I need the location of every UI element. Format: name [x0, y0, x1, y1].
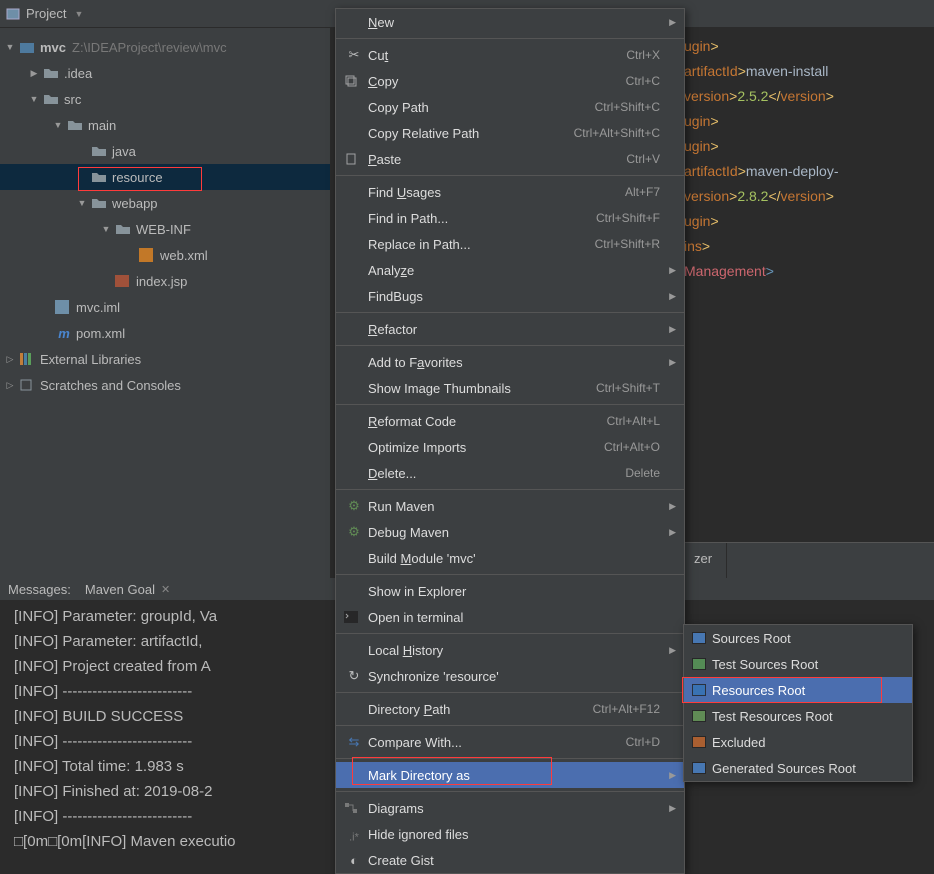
- ctx-open-terminal[interactable]: Open in terminal: [336, 604, 684, 630]
- gear-icon: ⚙: [344, 524, 364, 540]
- context-menu[interactable]: New▶ ✂CutCtrl+X CopyCtrl+C Copy PathCtrl…: [335, 8, 685, 874]
- folder-icon: [91, 197, 109, 209]
- sub-excluded[interactable]: Excluded: [684, 729, 912, 755]
- ctx-mark-directory-as[interactable]: Mark Directory as▶: [336, 762, 684, 788]
- ctx-debug-maven[interactable]: ⚙Debug Maven▶: [336, 519, 684, 545]
- tree-main[interactable]: ▼ main: [0, 112, 330, 138]
- diagram-icon: [344, 802, 364, 814]
- resources-swatch: [692, 684, 706, 696]
- dropdown-icon[interactable]: ▼: [74, 9, 83, 19]
- project-tree[interactable]: ▼ mvc Z:\IDEAProject\review\mvc ▶ .idea …: [0, 28, 330, 578]
- jsp-file-icon: [115, 275, 133, 287]
- ctx-reformat-code[interactable]: Reformat CodeCtrl+Alt+L: [336, 408, 684, 434]
- folder-icon: [43, 93, 61, 105]
- editor-area[interactable]: ugin>artifactId>maven-installversion>2.5…: [680, 28, 934, 500]
- context-submenu-mark-directory[interactable]: Sources Root Test Sources Root Resources…: [683, 624, 913, 782]
- github-icon: ◐: [344, 853, 364, 868]
- ctx-directory-path[interactable]: Directory PathCtrl+Alt+F12: [336, 696, 684, 722]
- ctx-copy-relative-path[interactable]: Copy Relative PathCtrl+Alt+Shift+C: [336, 120, 684, 146]
- ctx-hide-ignored[interactable]: .i*Hide ignored files: [336, 821, 684, 847]
- ctx-find-usages[interactable]: Find UsagesAlt+F7: [336, 179, 684, 205]
- compare-icon: ⇆: [344, 734, 364, 750]
- scratch-icon: [19, 378, 37, 392]
- folder-icon: [91, 171, 109, 183]
- tree-root[interactable]: ▼ mvc Z:\IDEAProject\review\mvc: [0, 34, 330, 60]
- ctx-find-in-path[interactable]: Find in Path...Ctrl+Shift+F: [336, 205, 684, 231]
- ctx-compare-with[interactable]: ⇆Compare With...Ctrl+D: [336, 729, 684, 755]
- tree-webinf[interactable]: ▼ WEB-INF: [0, 216, 330, 242]
- folder-icon: [115, 223, 133, 235]
- ctx-run-maven[interactable]: ⚙Run Maven▶: [336, 493, 684, 519]
- ctx-analyze[interactable]: Analyze▶: [336, 257, 684, 283]
- tree-external-libraries[interactable]: ▷ External Libraries: [0, 346, 330, 372]
- xml-file-icon: [139, 248, 157, 262]
- folder-icon: [91, 145, 109, 157]
- cut-icon: ✂: [344, 47, 364, 63]
- editor-bottom-tabs[interactable]: zer: [680, 542, 934, 578]
- ctx-optimize-imports[interactable]: Optimize ImportsCtrl+Alt+O: [336, 434, 684, 460]
- ignored-icon: .i*: [344, 825, 364, 844]
- tree-webapp[interactable]: ▼ webapp: [0, 190, 330, 216]
- tree-indexjsp[interactable]: index.jsp: [0, 268, 330, 294]
- ctx-show-thumbnails[interactable]: Show Image ThumbnailsCtrl+Shift+T: [336, 375, 684, 401]
- tab-zer[interactable]: zer: [680, 543, 727, 578]
- library-icon: [19, 352, 37, 366]
- ctx-add-favorites[interactable]: Add to Favorites▶: [336, 349, 684, 375]
- sub-test-resources-root[interactable]: Test Resources Root: [684, 703, 912, 729]
- excluded-swatch: [692, 736, 706, 748]
- sub-sources-root[interactable]: Sources Root: [684, 625, 912, 651]
- ctx-new[interactable]: New▶: [336, 9, 684, 35]
- project-icon: [6, 7, 20, 21]
- ctx-create-gist[interactable]: ◐Create Gist: [336, 847, 684, 873]
- tree-pomxml[interactable]: m pom.xml: [0, 320, 330, 346]
- sub-resources-root[interactable]: Resources Root: [684, 677, 912, 703]
- ctx-cut[interactable]: ✂CutCtrl+X: [336, 42, 684, 68]
- maven-file-icon: m: [55, 326, 73, 341]
- gear-icon: ⚙: [344, 498, 364, 514]
- ctx-copy-path[interactable]: Copy PathCtrl+Shift+C: [336, 94, 684, 120]
- project-title: Project: [26, 6, 66, 21]
- tree-scratches[interactable]: ▷ Scratches and Consoles: [0, 372, 330, 398]
- ctx-diagrams[interactable]: Diagrams▶: [336, 795, 684, 821]
- ctx-paste[interactable]: PasteCtrl+V: [336, 146, 684, 172]
- messages-label: Messages:: [8, 582, 71, 597]
- ctx-delete[interactable]: Delete...Delete: [336, 460, 684, 486]
- generated-swatch: [692, 762, 706, 774]
- tree-idea[interactable]: ▶ .idea: [0, 60, 330, 86]
- module-icon: [19, 40, 37, 54]
- tree-webxml[interactable]: web.xml: [0, 242, 330, 268]
- tree-resource[interactable]: resource: [0, 164, 330, 190]
- sync-icon: ↻: [344, 668, 364, 684]
- test-resources-swatch: [692, 710, 706, 722]
- ctx-local-history[interactable]: Local History▶: [336, 637, 684, 663]
- tree-java[interactable]: java: [0, 138, 330, 164]
- ctx-copy[interactable]: CopyCtrl+C: [336, 68, 684, 94]
- folder-icon: [43, 67, 61, 79]
- ctx-findbugs[interactable]: FindBugs▶: [336, 283, 684, 309]
- ctx-replace-in-path[interactable]: Replace in Path...Ctrl+Shift+R: [336, 231, 684, 257]
- copy-icon: [344, 74, 364, 88]
- sub-test-sources-root[interactable]: Test Sources Root: [684, 651, 912, 677]
- sub-generated-sources-root[interactable]: Generated Sources Root: [684, 755, 912, 781]
- tree-src[interactable]: ▼ src: [0, 86, 330, 112]
- ctx-build-module[interactable]: Build Module 'mvc': [336, 545, 684, 571]
- test-sources-swatch: [692, 658, 706, 670]
- iml-file-icon: [55, 300, 73, 314]
- sources-swatch: [692, 632, 706, 644]
- terminal-icon: [344, 611, 364, 623]
- ctx-synchronize[interactable]: ↻Synchronize 'resource': [336, 663, 684, 689]
- messages-tab-maven-goal[interactable]: Maven Goal ✕: [85, 582, 170, 597]
- close-icon[interactable]: ✕: [161, 583, 170, 596]
- tree-mvciml[interactable]: mvc.iml: [0, 294, 330, 320]
- folder-icon: [67, 119, 85, 131]
- paste-icon: [344, 152, 364, 166]
- ctx-refactor[interactable]: Refactor▶: [336, 316, 684, 342]
- ctx-show-explorer[interactable]: Show in Explorer: [336, 578, 684, 604]
